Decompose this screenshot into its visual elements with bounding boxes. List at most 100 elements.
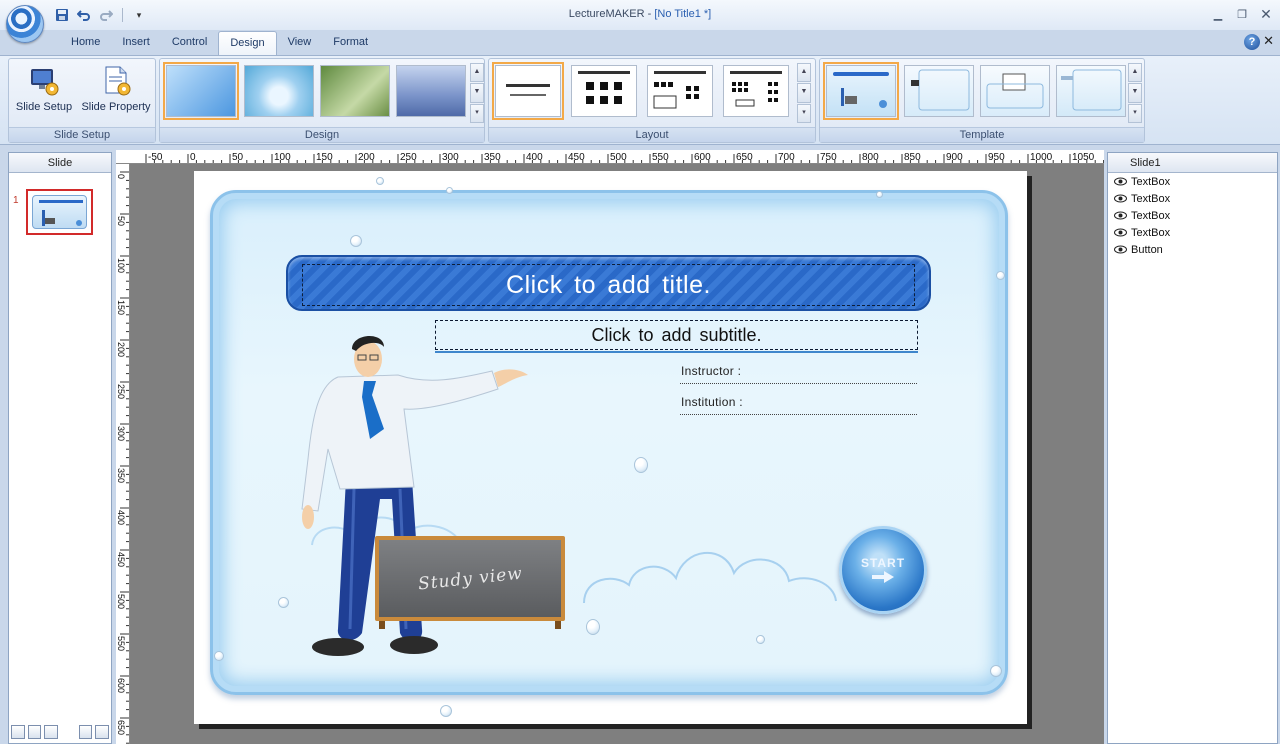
help-icon[interactable]: ? — [1244, 34, 1260, 50]
ruler-label: 500 — [116, 594, 126, 609]
slide-outline-icon[interactable] — [95, 725, 109, 739]
ruler-label: 650 — [116, 720, 126, 735]
instructor-field[interactable]: Instructor : — [680, 364, 917, 384]
blackboard-surface: Study view — [379, 540, 561, 617]
close-icon[interactable]: ✕ — [1258, 6, 1274, 22]
scroll-up-icon[interactable]: ▲ — [797, 63, 811, 83]
restore-icon[interactable]: ❐ — [1234, 6, 1250, 22]
layout-mixed[interactable] — [647, 65, 713, 117]
slide-property-button[interactable]: Slide Property — [79, 63, 153, 115]
design-theme-2[interactable] — [244, 65, 314, 117]
slide-properties-icon[interactable] — [44, 725, 58, 739]
tree-item-label: TextBox — [1131, 192, 1171, 205]
slide-thumbnail-preview — [32, 195, 87, 229]
layout-title-only[interactable] — [492, 62, 564, 120]
template-2[interactable] — [904, 65, 974, 117]
start-button[interactable]: START — [839, 526, 927, 614]
template-3[interactable] — [980, 65, 1050, 117]
tab-home[interactable]: Home — [60, 31, 111, 55]
slide-canvas[interactable]: Click to add title. Click to add subtitl… — [194, 171, 1027, 724]
tree-item-textbox[interactable]: TextBox — [1108, 207, 1277, 224]
tree-item-textbox[interactable]: TextBox — [1108, 224, 1277, 241]
tree-item-textbox[interactable]: TextBox — [1108, 173, 1277, 190]
ruler-label: 250 — [116, 384, 126, 399]
tab-format[interactable]: Format — [322, 31, 379, 55]
gallery-more-icon[interactable]: ▾ — [1128, 103, 1142, 123]
scroll-down-icon[interactable]: ▼ — [470, 83, 484, 103]
ruler-label: 850 — [904, 152, 921, 163]
ruler-label: 250 — [400, 152, 417, 163]
minimize-icon[interactable]: ▁ — [1210, 6, 1226, 22]
ruler-label: 400 — [116, 510, 126, 525]
ruler-label: 350 — [484, 152, 501, 163]
duplicate-slide-icon[interactable] — [27, 725, 42, 739]
arrow-right-icon — [872, 571, 894, 583]
tab-design[interactable]: Design — [218, 31, 277, 55]
ruler-label: 150 — [316, 152, 333, 163]
title-placeholder[interactable]: Click to add title. — [302, 264, 915, 306]
ruler-label: 650 — [736, 152, 753, 163]
title-bar: ▾ LectureMAKER - [No Title1 *] ▁ ❐ ✕ — [0, 0, 1280, 30]
design-theme-3[interactable] — [320, 65, 390, 117]
start-button-label: START — [860, 556, 906, 570]
eye-icon[interactable] — [1114, 228, 1127, 237]
template-4[interactable] — [1056, 65, 1126, 117]
eye-icon[interactable] — [1114, 245, 1127, 254]
ruler-label: 1050 — [1072, 152, 1095, 163]
app-menu-button[interactable] — [6, 5, 44, 43]
design-theme-1[interactable] — [163, 62, 239, 120]
document-gear-icon — [100, 65, 132, 97]
institution-field[interactable]: Institution : — [680, 395, 917, 415]
slide-panel: Slide 1 — [8, 152, 112, 744]
blackboard-leg — [379, 621, 385, 629]
canvas-area: Click to add title. Click to add subtitl… — [130, 164, 1104, 744]
slide-list-icon[interactable] — [78, 725, 93, 739]
template-1[interactable] — [823, 62, 899, 120]
ruler-label: 300 — [116, 426, 126, 441]
design-theme-4[interactable] — [396, 65, 466, 117]
horizontal-ruler: -50 0 50 100 150 200 250 300 350 400 450 500 550 600 6… — [116, 150, 1104, 164]
design-group-label: Design — [160, 127, 484, 142]
ruler-label: 400 — [526, 152, 543, 163]
eye-icon[interactable] — [1114, 194, 1127, 203]
layout-group: ▲ ▼ ▾ Layout — [488, 58, 816, 143]
tree-item-textbox[interactable]: TextBox — [1108, 190, 1277, 207]
bubble-decoration — [350, 235, 362, 247]
bubble-decoration — [990, 665, 1002, 677]
ruler-label: 700 — [778, 152, 795, 163]
design-group: ▲ ▼ ▾ Design — [159, 58, 485, 143]
scroll-up-icon[interactable]: ▲ — [470, 63, 484, 83]
bubble-decoration — [446, 187, 453, 194]
ruler-label: 800 — [862, 152, 879, 163]
ruler-label: 900 — [946, 152, 963, 163]
tab-control[interactable]: Control — [161, 31, 218, 55]
add-slide-icon[interactable] — [11, 725, 25, 739]
tab-view[interactable]: View — [277, 31, 323, 55]
slide-setup-button[interactable]: Slide Setup — [11, 63, 77, 115]
scroll-down-icon[interactable]: ▼ — [797, 83, 811, 103]
ruler-label: 50 — [232, 152, 244, 163]
slide-thumbnail[interactable] — [26, 189, 93, 235]
layout-complex[interactable] — [723, 65, 789, 117]
ruler-label: 950 — [988, 152, 1005, 163]
ruler-label: 150 — [116, 300, 126, 315]
ruler-label: 600 — [694, 152, 711, 163]
tree-item-button[interactable]: Button — [1108, 241, 1277, 258]
ruler-label: 50 — [116, 216, 126, 226]
layout-grid-six[interactable] — [571, 65, 637, 117]
window-title: LectureMAKER - [No Title1 *] — [0, 8, 1280, 20]
scroll-down-icon[interactable]: ▼ — [1128, 83, 1142, 103]
slide-setup-group: Slide Setup Slide Property Slide Setup — [8, 58, 156, 143]
ruler-label: 300 — [442, 152, 459, 163]
scroll-up-icon[interactable]: ▲ — [1128, 63, 1142, 83]
gallery-more-icon[interactable]: ▾ — [797, 103, 811, 123]
ribbon: Slide Setup Slide Property Slide Setup ▲… — [0, 55, 1280, 145]
close-document-icon[interactable]: ✕ — [1263, 33, 1274, 49]
eye-icon[interactable] — [1114, 211, 1127, 220]
ruler-label: 0 — [190, 152, 196, 163]
template-gallery-scroll: ▲ ▼ ▾ — [1128, 63, 1142, 123]
tree-root-slide1[interactable]: Slide1 — [1108, 153, 1277, 173]
tab-insert[interactable]: Insert — [111, 31, 161, 55]
gallery-more-icon[interactable]: ▾ — [470, 103, 484, 123]
eye-icon[interactable] — [1114, 177, 1127, 186]
